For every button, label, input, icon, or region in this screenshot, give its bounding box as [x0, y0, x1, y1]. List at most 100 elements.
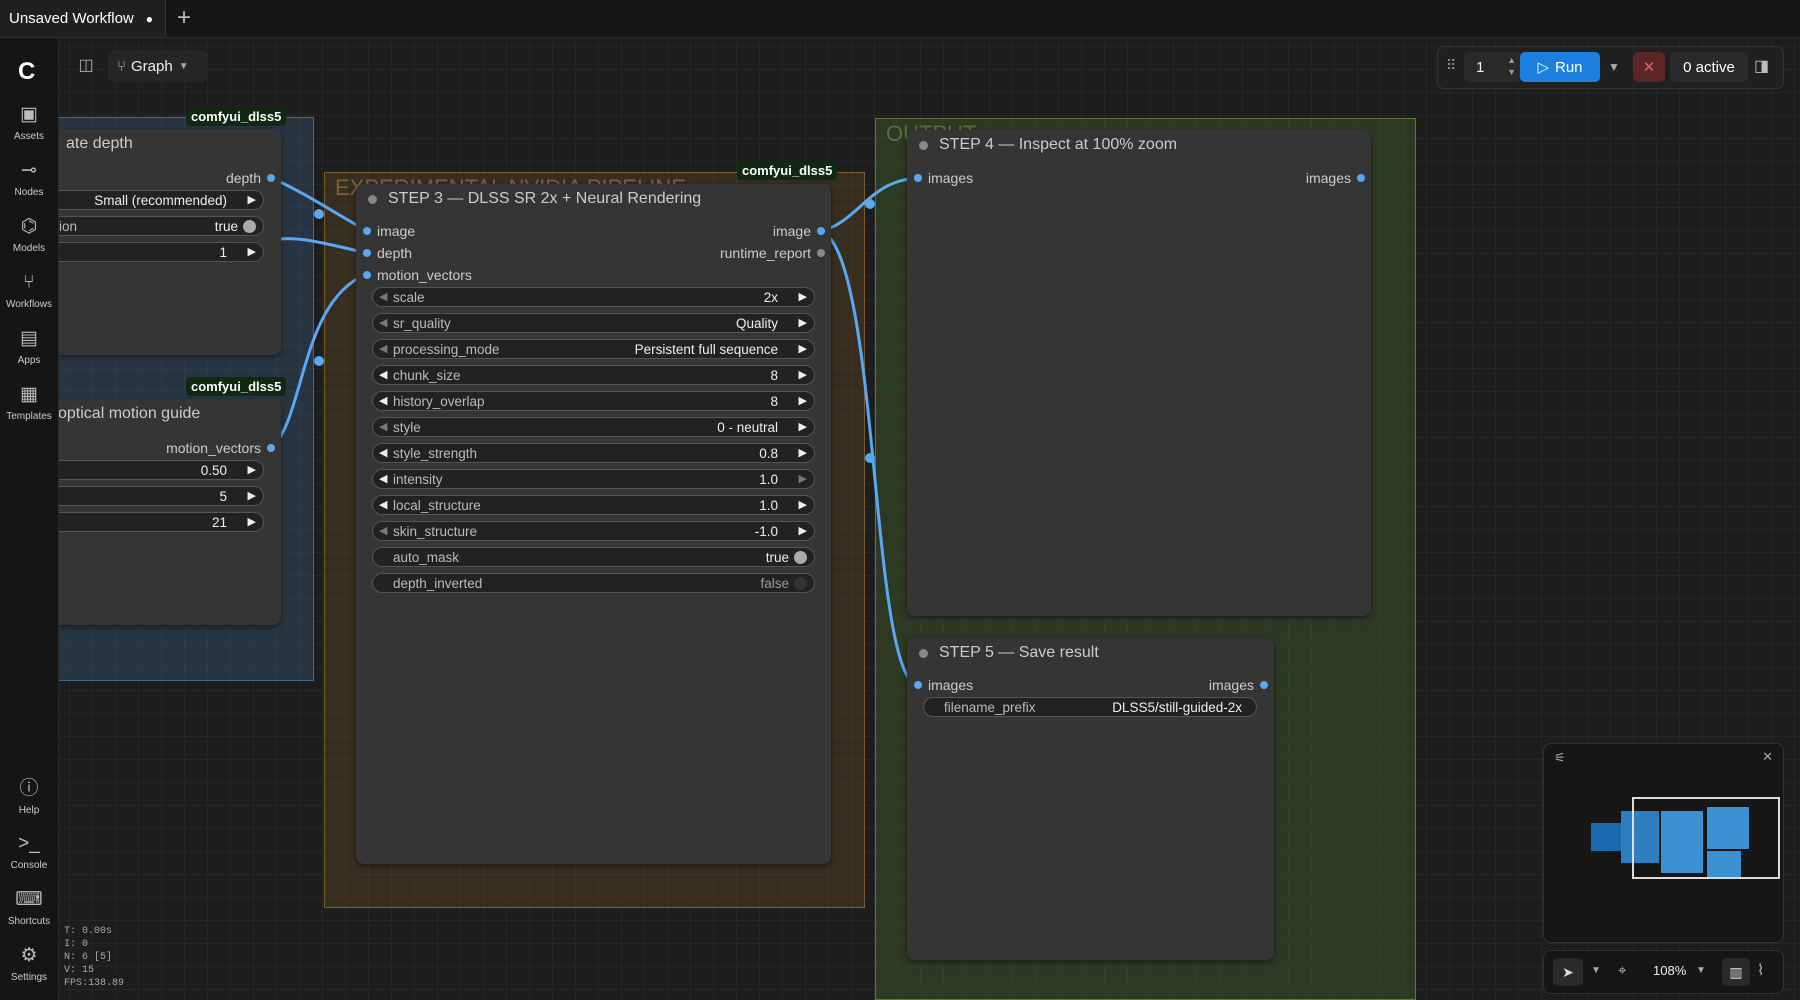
arrow-right-icon[interactable]: ▶	[799, 368, 807, 381]
run-button[interactable]: ▷ Run	[1520, 52, 1600, 82]
widget-scale[interactable]: ◀ scale 2x ▶	[372, 287, 815, 307]
drag-handle-icon[interactable]: ⠿	[1446, 57, 1456, 74]
arrow-left-icon[interactable]: ◀	[379, 290, 387, 303]
widget-processing-mode[interactable]: ◀ processing_mode Persistent full sequence…	[372, 339, 815, 359]
sidebar-item-models[interactable]: ⌬ Models	[0, 216, 58, 254]
sidebar-item-assets[interactable]: ▣ Assets	[0, 104, 58, 142]
widget-sr-quality[interactable]: ◀ sr_quality Quality ▶	[372, 313, 815, 333]
arrow-left-icon[interactable]: ◀	[379, 342, 387, 355]
arrow-right-icon[interactable]: ▶	[248, 463, 256, 476]
new-tab-button[interactable]: +	[177, 5, 191, 31]
minimap-viewport[interactable]	[1632, 797, 1780, 879]
output-images-dot[interactable]	[1260, 681, 1268, 689]
output-motion-vectors-dot[interactable]	[267, 444, 275, 452]
node-status-dot[interactable]	[368, 195, 377, 204]
widget-history-overlap[interactable]: ◀ history_overlap 8 ▶	[372, 391, 815, 411]
arrow-right-icon[interactable]: ▶	[799, 498, 807, 511]
sidebar-item-settings[interactable]: ⚙ Settings	[0, 945, 58, 983]
widget-skin-structure[interactable]: ◀ skin_structure -1.0 ▶	[372, 521, 815, 541]
output-image-dot[interactable]	[817, 227, 825, 235]
sidebar-item-workflows[interactable]: ⑂ Workflows	[0, 272, 58, 310]
node-estimate-depth[interactable]: ate depth depth Small (recommended) ▶ ion…	[56, 129, 281, 355]
input-motion-vectors-dot[interactable]	[363, 271, 371, 279]
widget-number[interactable]: 1 ▶	[56, 242, 264, 262]
arrow-right-icon[interactable]: ▶	[799, 420, 807, 433]
widget-local-structure[interactable]: ◀ local_structure 1.0 ▶	[372, 495, 815, 515]
widget-intensity[interactable]: ◀ intensity 1.0 ▶	[372, 469, 815, 489]
arrow-left-icon[interactable]: ◀	[379, 394, 387, 407]
sidebar-item-shortcuts[interactable]: ⌨ Shortcuts	[0, 889, 58, 927]
arrow-right-icon[interactable]: ▶	[248, 245, 256, 258]
arrow-right-icon[interactable]: ▶	[799, 446, 807, 459]
run-options-dropdown[interactable]: ▼	[1604, 52, 1624, 82]
widget-chunk-size[interactable]: ◀ chunk_size 8 ▶	[372, 365, 815, 385]
node-step5-save[interactable]: STEP 5 — Save result images images filen…	[907, 638, 1274, 960]
arrow-right-icon[interactable]: ▶	[248, 489, 256, 502]
widget-depth-inverted[interactable]: depth_inverted false	[372, 573, 815, 593]
arrow-right-icon[interactable]: ▶	[799, 472, 807, 485]
node-step3-dlss[interactable]: STEP 3 — DLSS SR 2x + Neural Rendering i…	[356, 184, 831, 864]
arrow-left-icon[interactable]: ◀	[379, 446, 387, 459]
active-jobs-button[interactable]: 0 active	[1670, 52, 1748, 82]
widget-toggle[interactable]: ion true	[56, 216, 264, 236]
arrow-left-icon[interactable]: ◀	[379, 316, 387, 329]
arrow-right-icon[interactable]: ▶	[799, 524, 807, 537]
widget-strength[interactable]: 0.50 ▶	[56, 460, 264, 480]
stepper-arrows-icon[interactable]: ▲ ▼	[1507, 54, 1516, 78]
widget-iterations[interactable]: 5 ▶	[56, 486, 264, 506]
arrow-left-icon[interactable]: ◀	[379, 420, 387, 433]
widget-style-strength[interactable]: ◀ style_strength 0.8 ▶	[372, 443, 815, 463]
chevron-down-icon[interactable]: ▼	[1591, 965, 1601, 976]
sidebar-item-console[interactable]: >_ Console	[0, 833, 58, 871]
toggle-icon[interactable]	[243, 220, 256, 233]
toggle-panel-icon[interactable]: ◫	[76, 55, 96, 75]
arrow-left-icon[interactable]: ◀	[379, 472, 387, 485]
close-icon[interactable]: ✕	[1762, 749, 1773, 765]
node-status-dot[interactable]	[919, 649, 928, 658]
zoom-level[interactable]: 108%	[1653, 963, 1686, 978]
widget-window[interactable]: 21 ▶	[56, 512, 264, 532]
arrow-right-icon[interactable]: ▶	[799, 342, 807, 355]
node-status-dot[interactable]	[919, 141, 928, 150]
select-tool-button[interactable]: ➤	[1553, 958, 1583, 986]
arrow-left-icon[interactable]: ◀	[379, 498, 387, 511]
output-runtime-report-dot[interactable]	[817, 249, 825, 257]
sidebar-item-apps[interactable]: ▤ Apps	[0, 328, 58, 366]
widget-filename-prefix[interactable]: filename_prefix DLSS5/still-guided-2x	[923, 697, 1257, 717]
minimap[interactable]: ⚟ ✕	[1543, 743, 1784, 943]
input-images-dot[interactable]	[914, 681, 922, 689]
widget-style[interactable]: ◀ style 0 - neutral ▶	[372, 417, 815, 437]
toggle-icon[interactable]	[794, 551, 807, 564]
arrow-left-icon[interactable]: ◀	[379, 368, 387, 381]
chevron-down-icon[interactable]: ▼	[1696, 965, 1706, 976]
arrow-right-icon[interactable]: ▶	[248, 515, 256, 528]
node-step4-inspect[interactable]: STEP 4 — Inspect at 100% zoom images ima…	[907, 130, 1371, 616]
widget-model-size[interactable]: Small (recommended) ▶	[56, 190, 264, 210]
side-panel-icon[interactable]: ◨	[1754, 56, 1769, 76]
toggle-icon[interactable]	[794, 577, 807, 590]
settings-sliders-icon[interactable]: ⚟	[1554, 750, 1566, 766]
comfy-logo-icon[interactable]: C	[18, 58, 35, 86]
node-motion-guide[interactable]: optical motion guide motion_vectors 0.50…	[56, 399, 281, 625]
sidebar-item-nodes[interactable]: ⊸ Nodes	[0, 160, 58, 198]
input-depth-dot[interactable]	[363, 249, 371, 257]
arrow-left-icon[interactable]: ◀	[379, 524, 387, 537]
widget-auto-mask[interactable]: auto_mask true	[372, 547, 815, 567]
arrow-right-icon[interactable]: ▶	[248, 193, 256, 206]
input-images-dot[interactable]	[914, 174, 922, 182]
cancel-button[interactable]: ✕	[1633, 52, 1665, 82]
minimap-toggle-icon[interactable]: ▥	[1722, 958, 1750, 986]
tab-unsaved-workflow[interactable]: Unsaved Workflow ●	[0, 0, 166, 37]
fit-view-icon[interactable]: ⌖	[1618, 962, 1626, 979]
queue-count-stepper[interactable]: 1 ▲ ▼	[1464, 52, 1522, 82]
hide-links-icon[interactable]: ⌇	[1757, 961, 1764, 979]
output-images-dot[interactable]	[1357, 174, 1365, 182]
sidebar-item-help[interactable]: ⓘ Help	[0, 778, 58, 816]
arrow-right-icon[interactable]: ▶	[799, 316, 807, 329]
input-image-dot[interactable]	[363, 227, 371, 235]
arrow-right-icon[interactable]: ▶	[799, 394, 807, 407]
output-depth-dot[interactable]	[267, 174, 275, 182]
arrow-right-icon[interactable]: ▶	[799, 290, 807, 303]
graph-mode-button[interactable]: ⑂ Graph ▼	[108, 50, 207, 82]
sidebar-item-templates[interactable]: ▦ Templates	[0, 384, 58, 422]
